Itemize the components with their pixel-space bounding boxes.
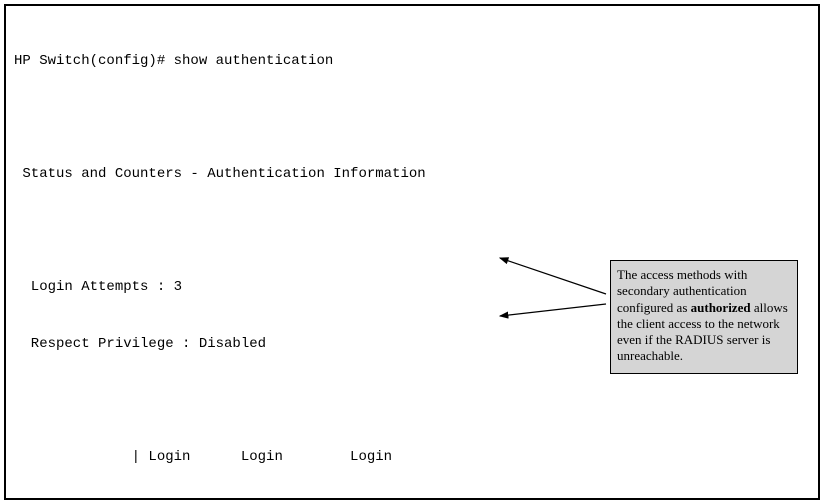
section-title: Status and Counters - Authentication Inf… bbox=[14, 165, 816, 184]
blank-line bbox=[14, 222, 816, 241]
annotation-callout: The access methods with secondary authen… bbox=[610, 260, 798, 374]
callout-text-bold: authorized bbox=[691, 300, 751, 315]
prompt-line: HP Switch(config)# show authentication bbox=[14, 52, 816, 71]
login-header-1: | Login Login Login bbox=[14, 448, 816, 467]
terminal-frame: HP Switch(config)# show authentication S… bbox=[4, 4, 820, 500]
blank-line bbox=[14, 108, 816, 127]
terminal-output: HP Switch(config)# show authentication S… bbox=[14, 14, 816, 500]
blank-line bbox=[14, 392, 816, 411]
callout-arrows bbox=[496, 254, 616, 354]
